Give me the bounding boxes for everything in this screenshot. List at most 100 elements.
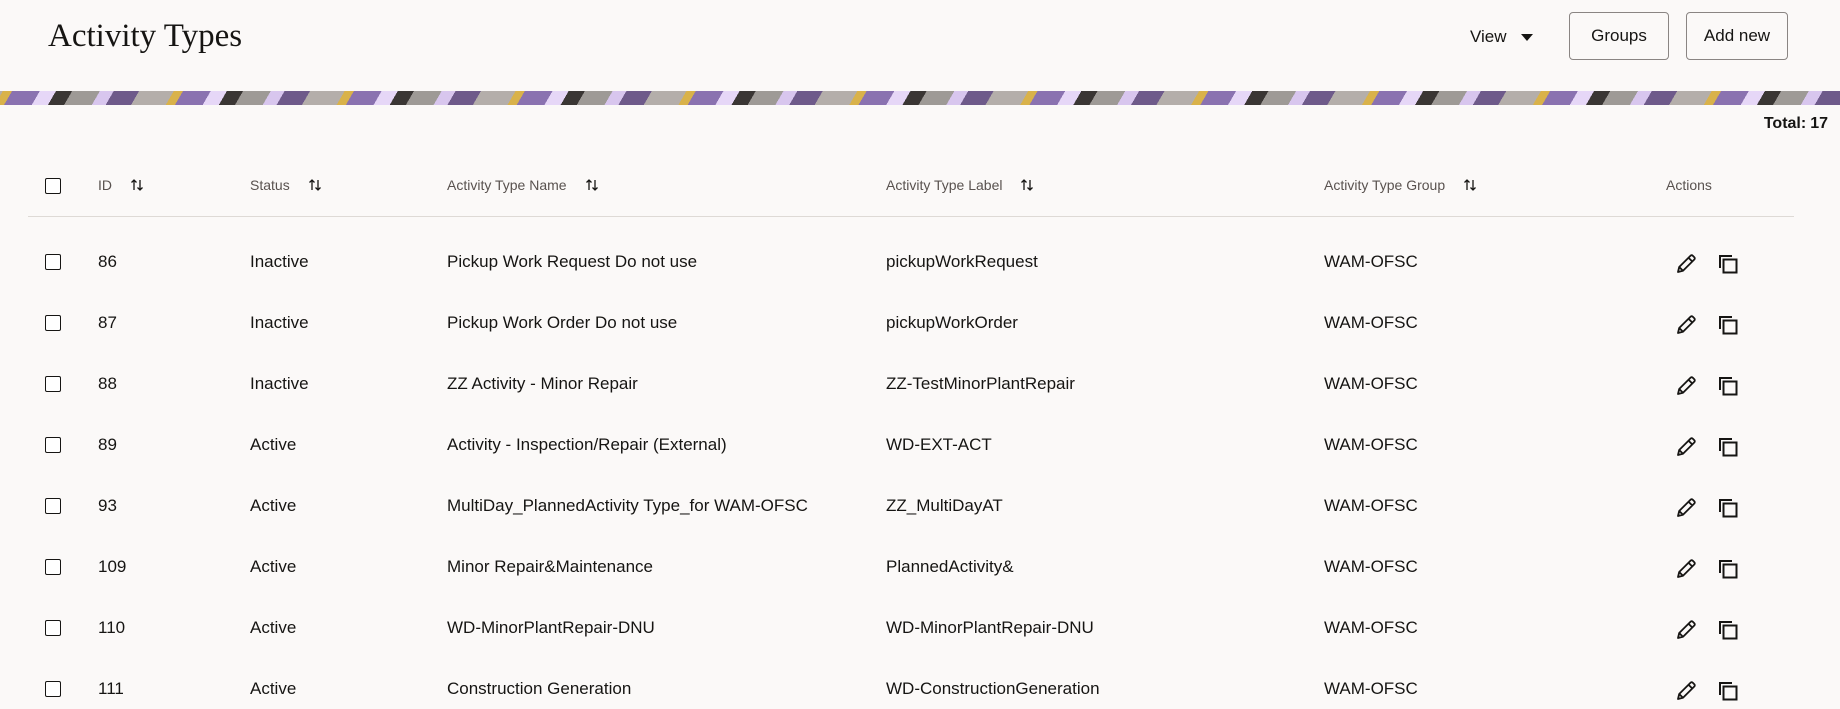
cell-group: WAM-OFSC: [1324, 435, 1418, 454]
column-header-status[interactable]: Status: [250, 177, 322, 193]
column-label: Status: [250, 177, 290, 193]
duplicate-icon[interactable]: [1714, 372, 1742, 400]
column-header-label[interactable]: Activity Type Label: [886, 177, 1034, 193]
table-row[interactable]: 86 Inactive Pickup Work Request Do not u…: [28, 232, 1794, 293]
cell-label: WD-ConstructionGeneration: [886, 679, 1100, 698]
cell-status: Active: [250, 557, 297, 576]
cell-name: Construction Generation: [447, 679, 632, 698]
row-checkbox[interactable]: [45, 315, 61, 331]
sort-arrows-icon[interactable]: [130, 178, 144, 192]
cell-status: Inactive: [250, 313, 309, 332]
cell-id: 111: [98, 679, 124, 698]
row-checkbox[interactable]: [45, 498, 61, 514]
cell-name: ZZ Activity - Minor Repair: [447, 374, 638, 393]
pencil-icon[interactable]: [1672, 250, 1700, 278]
cell-id: 89: [98, 435, 117, 454]
total-label: Total:: [1763, 115, 1807, 132]
decorative-banner: [0, 91, 1840, 105]
table-row[interactable]: 87 Inactive Pickup Work Order Do not use…: [28, 293, 1794, 354]
cell-group: WAM-OFSC: [1324, 374, 1418, 393]
cell-status: Inactive: [250, 252, 309, 271]
duplicate-icon[interactable]: [1714, 311, 1742, 339]
column-header-id[interactable]: ID: [98, 177, 144, 193]
cell-name: Pickup Work Request Do not use: [447, 252, 698, 271]
duplicate-icon[interactable]: [1714, 616, 1742, 644]
duplicate-icon[interactable]: [1714, 677, 1742, 705]
activity-types-table: ID Status Activity Type Name Activity Ty…: [28, 150, 1794, 701]
pencil-icon[interactable]: [1672, 677, 1700, 705]
add-new-button[interactable]: Add new: [1686, 12, 1788, 60]
cell-label: pickupWorkRequest: [886, 252, 1038, 271]
column-label: ID: [98, 177, 112, 193]
pencil-icon[interactable]: [1672, 372, 1700, 400]
cell-status: Active: [250, 435, 297, 454]
cell-label: ZZ_MultiDayAT: [886, 496, 1003, 515]
pencil-icon[interactable]: [1672, 494, 1700, 522]
cell-label: pickupWorkOrder: [886, 313, 1018, 332]
select-all-checkbox[interactable]: [45, 178, 61, 194]
cell-group: WAM-OFSC: [1324, 496, 1418, 515]
row-checkbox[interactable]: [45, 376, 61, 392]
page-title: Activity Types: [48, 18, 243, 54]
cell-name: Activity - Inspection/Repair (External): [447, 435, 727, 454]
table-row[interactable]: 110 Active WD-MinorPlantRepair-DNU WD-Mi…: [28, 598, 1794, 659]
column-header-group[interactable]: Activity Type Group: [1324, 177, 1477, 193]
row-checkbox[interactable]: [45, 559, 61, 575]
cell-label: PlannedActivity&: [886, 557, 1014, 576]
column-header-actions: Actions: [1666, 177, 1712, 193]
row-checkbox[interactable]: [45, 620, 61, 636]
table-body: 86 Inactive Pickup Work Request Do not u…: [28, 232, 1794, 709]
cell-group: WAM-OFSC: [1324, 313, 1418, 332]
column-label: Activity Type Name: [447, 177, 567, 193]
sort-arrows-icon[interactable]: [308, 178, 322, 192]
cell-id: 93: [98, 496, 117, 515]
cell-id: 87: [98, 313, 117, 332]
sort-arrows-icon[interactable]: [1463, 178, 1477, 192]
table-row[interactable]: 89 Active Activity - Inspection/Repair (…: [28, 415, 1794, 476]
column-label: Activity Type Label: [886, 177, 1003, 193]
cell-status: Active: [250, 618, 297, 637]
cell-label: ZZ-TestMinorPlantRepair: [886, 374, 1075, 393]
duplicate-icon[interactable]: [1714, 555, 1742, 583]
row-checkbox[interactable]: [45, 681, 61, 697]
cell-id: 88: [98, 374, 117, 393]
duplicate-icon[interactable]: [1714, 494, 1742, 522]
row-checkbox[interactable]: [45, 254, 61, 270]
groups-button[interactable]: Groups: [1569, 12, 1669, 60]
view-menu-button[interactable]: View: [1470, 20, 1533, 54]
column-label: Actions: [1666, 177, 1712, 193]
duplicate-icon[interactable]: [1714, 250, 1742, 278]
cell-id: 109: [98, 557, 127, 576]
duplicate-icon[interactable]: [1714, 433, 1742, 461]
cell-group: WAM-OFSC: [1324, 252, 1418, 271]
cell-group: WAM-OFSC: [1324, 618, 1418, 637]
pencil-icon[interactable]: [1672, 616, 1700, 644]
cell-group: WAM-OFSC: [1324, 679, 1418, 698]
pencil-icon[interactable]: [1672, 433, 1700, 461]
cell-status: Inactive: [250, 374, 309, 393]
cell-name: Minor Repair&Maintenance: [447, 557, 653, 576]
column-header-name[interactable]: Activity Type Name: [447, 177, 599, 193]
row-checkbox[interactable]: [45, 437, 61, 453]
pencil-icon[interactable]: [1672, 311, 1700, 339]
cell-label: WD-MinorPlantRepair-DNU: [886, 618, 1094, 637]
sort-arrows-icon[interactable]: [1020, 178, 1034, 192]
cell-label: WD-EXT-ACT: [886, 435, 992, 454]
cell-group: WAM-OFSC: [1324, 557, 1418, 576]
total-count: Total: 17: [1764, 115, 1828, 133]
table-row[interactable]: 111 Active Construction Generation WD-Co…: [28, 659, 1794, 709]
sort-arrows-icon[interactable]: [585, 178, 599, 192]
table-row[interactable]: 93 Active MultiDay_PlannedActivity Type_…: [28, 476, 1794, 537]
table-header: ID Status Activity Type Name Activity Ty…: [28, 150, 1794, 217]
pencil-icon[interactable]: [1672, 555, 1700, 583]
cell-status: Active: [250, 496, 297, 515]
total-value: 17: [1810, 115, 1828, 132]
table-row[interactable]: 88 Inactive ZZ Activity - Minor Repair Z…: [28, 354, 1794, 415]
activity-types-page: Activity Types View Groups Add new Total…: [0, 0, 1840, 709]
table-row[interactable]: 109 Active Minor Repair&Maintenance Plan…: [28, 537, 1794, 598]
cell-name: WD-MinorPlantRepair-DNU: [447, 618, 655, 637]
cell-id: 110: [98, 618, 126, 637]
page-header: Activity Types View Groups Add new: [0, 0, 1840, 90]
cell-name: Pickup Work Order Do not use: [447, 313, 678, 332]
cell-id: 86: [98, 252, 117, 271]
